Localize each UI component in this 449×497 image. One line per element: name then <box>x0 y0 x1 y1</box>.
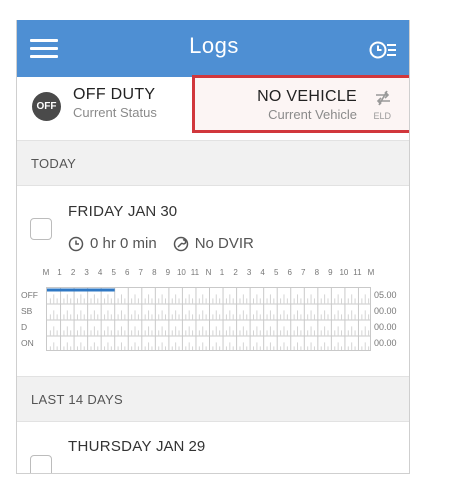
hour-label: N <box>205 268 212 277</box>
hour-label: 10 <box>176 268 186 277</box>
hour-label: 9 <box>165 268 171 277</box>
clock-list-icon[interactable] <box>369 39 397 61</box>
hour-label: 4 <box>260 268 265 277</box>
hour-label: M <box>367 268 375 277</box>
duty-status-graph[interactable]: M 1 2 3 4 5 6 7 8 9 10 11 N 1 2 3 4 5 6 7 8 9 10 11 M OFF 05.00 SB… <box>17 268 409 356</box>
log-date-text: JAN 29 <box>155 438 206 455</box>
graph-row-label: SB <box>21 306 33 316</box>
log-select-checkbox[interactable] <box>30 455 52 473</box>
log-date: THURSDAY JAN 29 <box>68 438 205 455</box>
graph-row-total: 00.00 <box>374 306 397 316</box>
section-header-today: TODAY <box>17 141 409 186</box>
current-vehicle-button[interactable]: NO VEHICLE Current Vehicle ELD <box>192 75 409 133</box>
hour-label: 3 <box>246 268 252 277</box>
section-header-last-14-days: LAST 14 DAYS <box>17 377 409 422</box>
hour-label: 8 <box>314 268 320 277</box>
hour-label: 10 <box>339 268 349 277</box>
app-bar: Logs <box>17 20 409 77</box>
hour-label: 1 <box>57 268 62 277</box>
status-row: OFF OFF DUTY Current Status NO VEHICLE C… <box>17 75 409 141</box>
disconnected-icon <box>374 90 392 106</box>
log-card-previous[interactable]: THURSDAY JAN 29 <box>17 422 409 473</box>
graph-row-label: ON <box>21 338 34 348</box>
dvir-status: No DVIR <box>194 235 254 252</box>
hour-label: 7 <box>138 268 144 277</box>
log-date: FRIDAY JAN 30 <box>68 203 177 220</box>
duty-status-badge[interactable]: OFF <box>32 92 61 121</box>
hour-label: 11 <box>190 268 200 277</box>
current-status-label: Current Status <box>73 105 157 120</box>
graph-row-total: 05.00 <box>374 290 397 300</box>
current-vehicle-value: NO VEHICLE <box>257 88 357 105</box>
hour-label: 1 <box>219 268 225 277</box>
log-meta: 0 hr 0 min No DVIR <box>68 235 254 252</box>
log-day-name: FRIDAY <box>68 203 124 220</box>
log-card-today[interactable]: FRIDAY JAN 30 0 hr 0 min No DVIR M123456… <box>17 186 409 377</box>
duty-grid <box>46 287 371 351</box>
hour-label: 5 <box>273 268 279 277</box>
hour-label: 11 <box>353 268 362 277</box>
log-select-checkbox[interactable] <box>30 218 52 240</box>
page-title: Logs <box>189 33 239 58</box>
log-hours: 0 hr 0 min <box>90 235 157 252</box>
hour-label: M <box>42 268 50 277</box>
section-title: TODAY <box>31 156 77 171</box>
hour-label: 2 <box>70 268 76 277</box>
hour-label: 4 <box>97 268 103 277</box>
hour-label: 2 <box>233 268 238 277</box>
hour-label: 9 <box>328 268 333 277</box>
hour-label: 6 <box>125 268 130 277</box>
clock-icon <box>68 236 84 251</box>
hour-label: 3 <box>84 268 89 277</box>
log-date-text: JAN 30 <box>127 203 178 220</box>
graph-row-total: 00.00 <box>374 338 397 348</box>
log-day-name: THURSDAY <box>68 438 152 455</box>
current-status-value[interactable]: OFF DUTY <box>73 86 155 104</box>
hour-label: 5 <box>111 268 116 277</box>
graph-row-label: OFF <box>21 290 38 300</box>
hour-label: 8 <box>152 268 157 277</box>
graph-row-total: 00.00 <box>374 322 397 332</box>
eld-label: ELD <box>373 111 391 121</box>
app-screen: Logs OFF OFF DUTY Current Status NO VEHI… <box>16 20 410 474</box>
current-vehicle-label: Current Vehicle <box>268 107 357 122</box>
wrench-icon <box>173 236 188 251</box>
hour-label: 7 <box>301 268 306 277</box>
hour-label: 6 <box>287 268 292 277</box>
graph-row-label: D <box>21 322 28 332</box>
section-title: LAST 14 DAYS <box>31 392 123 407</box>
